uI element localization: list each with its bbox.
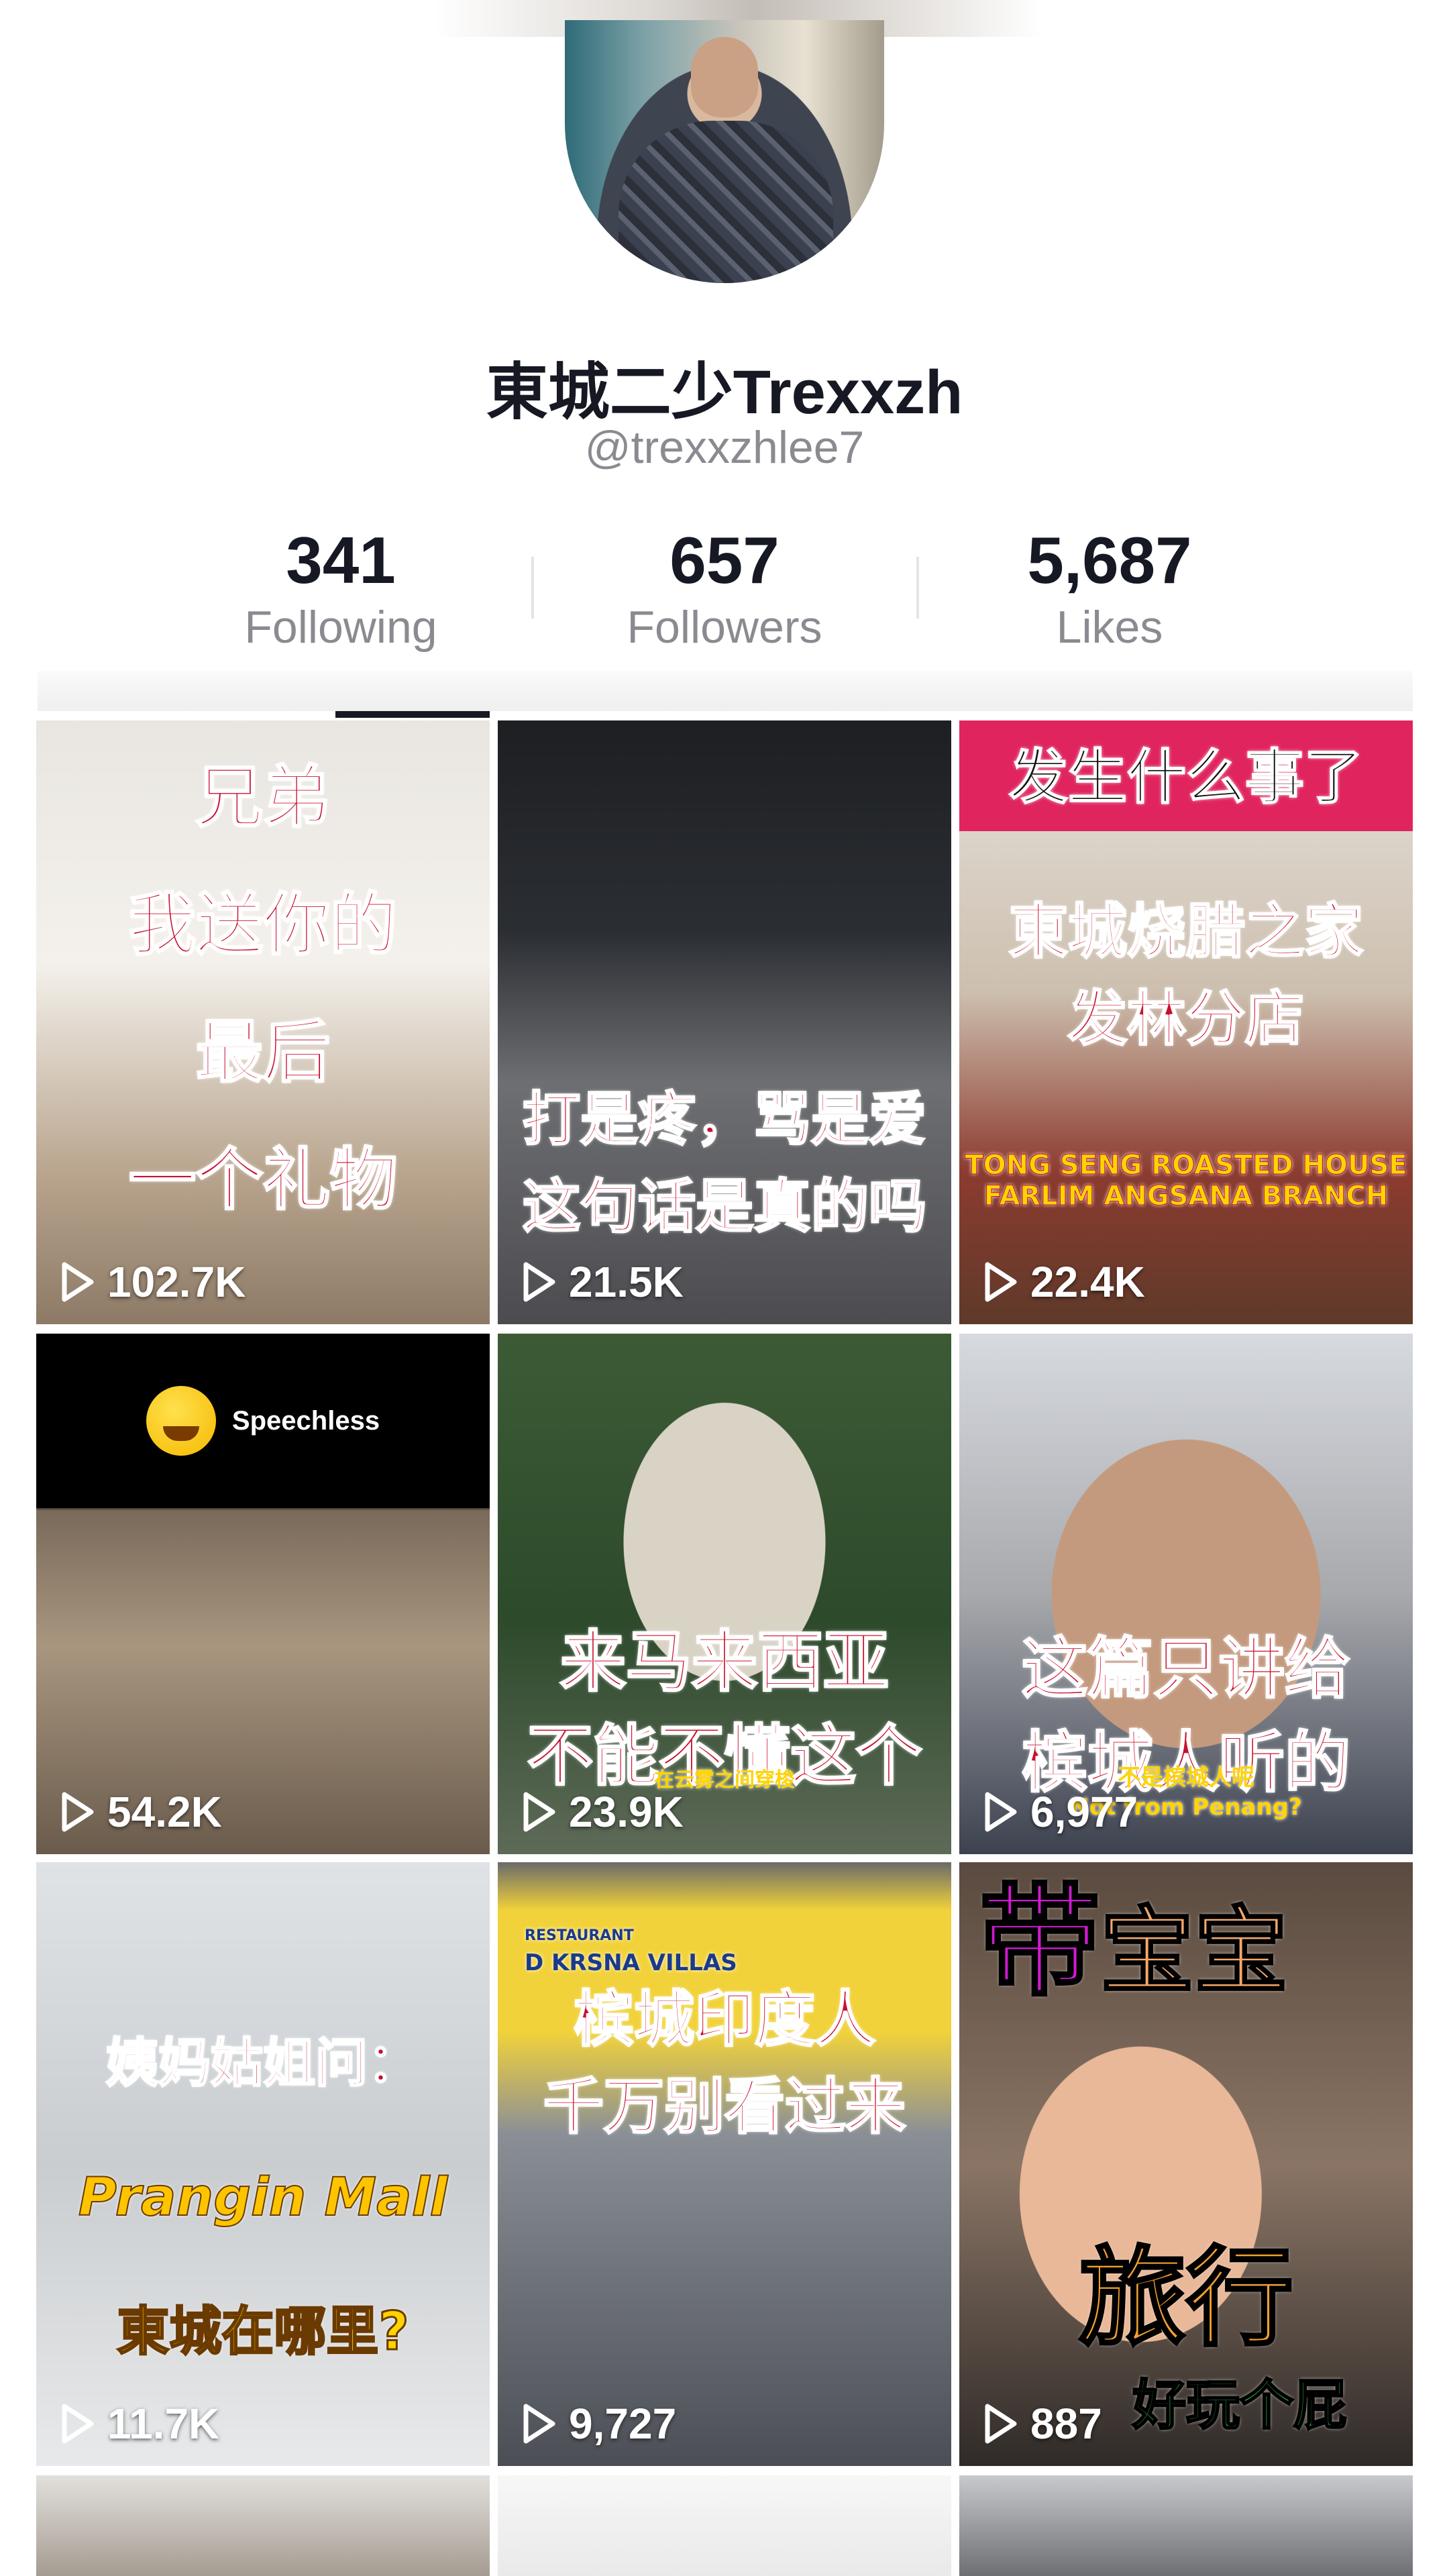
view-count-value: 23.9K <box>569 1788 684 1836</box>
view-count: 22.4K <box>983 1257 1145 1307</box>
caption-line: D KRSNA VILLAS <box>525 1949 737 1976</box>
view-count: 6,977 <box>983 1787 1138 1837</box>
stat-divider <box>531 557 534 619</box>
caption-line: 打是疼，骂是爱 <box>522 1085 928 1155</box>
video-grid: 兄弟 我送你的 最后 一个礼物 102.7K 打是疼，骂是爱 这句话是真的吗 2… <box>36 720 1413 2576</box>
caption-line: 兄弟 <box>195 757 331 838</box>
caption-line: 千万别看过来 <box>543 2071 907 2143</box>
view-count-value: 102.7K <box>107 1258 246 1306</box>
stat-divider <box>916 557 919 619</box>
likes-label: Likes <box>1056 602 1163 653</box>
caption-line: 发生什么事了 <box>1008 742 1364 812</box>
avatar[interactable] <box>565 20 884 283</box>
followers-label: Followers <box>627 602 822 653</box>
view-count: 11.7K <box>60 2399 219 2449</box>
caption-line: 東城在哪里? <box>116 2301 410 2363</box>
view-count-value: 54.2K <box>107 1788 222 1836</box>
likes-count: 5,687 <box>1027 523 1192 597</box>
view-count-value: 22.4K <box>1030 1258 1145 1306</box>
view-count-value: 6,977 <box>1030 1788 1138 1836</box>
caption-line: Prangin Mall <box>78 2167 448 2229</box>
view-count: 23.9K <box>522 1787 684 1837</box>
view-count-value: 887 <box>1030 2400 1102 2448</box>
caption-line: 最后 <box>195 1012 331 1093</box>
video-tile[interactable]: 带宝宝 旅行 好玩个屁 887 <box>959 1862 1413 2466</box>
caption-line: 这篇只讲给 <box>1020 1630 1351 1709</box>
video-tile[interactable] <box>498 2475 951 2576</box>
view-count: 102.7K <box>60 1257 246 1307</box>
tab-bar[interactable] <box>38 671 1413 711</box>
caption-line: 我送你的 <box>128 885 398 965</box>
caption-line: 发林分店 <box>1067 983 1305 1055</box>
video-tile[interactable]: 来马来西亚 不能不懂这个 在云雾之间穿梭 23.9K <box>498 1334 951 1854</box>
caption-line: 这句话是真的吗 <box>522 1173 928 1242</box>
sweat-smile-icon <box>146 1386 216 1456</box>
followers-count: 657 <box>669 523 780 597</box>
view-count-value: 11.7K <box>107 2400 220 2448</box>
following-count: 341 <box>286 523 396 597</box>
caption-word: 带 <box>978 1872 1102 2012</box>
caption-line: 東城烧腊之家 <box>1008 896 1364 967</box>
video-tile[interactable]: 兄弟 我送你的 最后 一个礼物 102.7K <box>36 720 490 1324</box>
video-tile[interactable]: Speechless 54.2K <box>36 1334 490 1854</box>
video-tile[interactable]: RESTAURANT D KRSNA VILLAS 槟城印度人 千万别看过来 9… <box>498 1862 951 2466</box>
play-icon <box>985 1262 1017 1302</box>
stat-followers[interactable]: 657 Followers <box>590 523 859 657</box>
caption-line: 槟城印度人 <box>573 1984 877 2056</box>
video-tile[interactable]: 姨妈姑姐问： Prangin Mall 東城在哪里? 11.7K <box>36 1862 490 2466</box>
speechless-banner: Speechless <box>36 1334 490 1508</box>
avatar-head <box>691 37 758 117</box>
caption-line: TONG SENG ROASTED HOUSE <box>965 1150 1407 1181</box>
username-handle: @trexxzhlee7 <box>584 422 865 473</box>
caption-line: FARLIM ANGSANA BRANCH <box>983 1181 1389 1212</box>
caption-line: RESTAURANT <box>525 1927 634 1944</box>
caption-word: 宝宝 <box>1099 1896 1289 2008</box>
video-tile[interactable] <box>36 2475 490 2576</box>
play-icon <box>985 2404 1017 2444</box>
caption-line: 旅行 <box>1077 2235 1295 2361</box>
video-tile[interactable] <box>959 2475 1413 2576</box>
view-count: 9,727 <box>522 2399 676 2449</box>
play-icon <box>62 2404 94 2444</box>
tab-indicator <box>335 711 490 718</box>
display-name: 東城二少Trexxzh <box>486 358 963 427</box>
play-icon <box>523 1262 555 1302</box>
speechless-label: Speechless <box>231 1405 380 1436</box>
avatar-shirt <box>619 121 833 283</box>
play-icon <box>62 1792 94 1832</box>
view-count: 21.5K <box>522 1257 684 1307</box>
caption-line: 姨妈姑姐问： <box>105 2033 421 2095</box>
view-count-value: 9,727 <box>569 2400 677 2448</box>
caption-line: 来马来西亚 <box>559 1623 890 1702</box>
caption-line: 一个礼物 <box>128 1140 398 1220</box>
video-tile[interactable]: 发生什么事了 東城烧腊之家 发林分店 TONG SENG ROASTED HOU… <box>959 720 1413 1324</box>
play-icon <box>523 2404 555 2444</box>
play-icon <box>62 1262 94 1302</box>
view-count: 54.2K <box>60 1787 222 1837</box>
video-tile[interactable]: 打是疼，骂是爱 这句话是真的吗 21.5K <box>498 720 951 1324</box>
stat-following[interactable]: 341 Following <box>207 523 475 657</box>
play-icon <box>523 1792 555 1832</box>
following-label: Following <box>244 602 437 653</box>
next-row-preview <box>36 2475 1413 2576</box>
video-tile[interactable]: 这篇只讲给 槟城人听的 不是槟城人呢 Not from Penang? 6,97… <box>959 1334 1413 1854</box>
view-count-value: 21.5K <box>569 1258 684 1306</box>
view-count: 887 <box>983 2399 1102 2449</box>
play-icon <box>985 1792 1017 1832</box>
stat-likes[interactable]: 5,687 Likes <box>975 523 1244 657</box>
